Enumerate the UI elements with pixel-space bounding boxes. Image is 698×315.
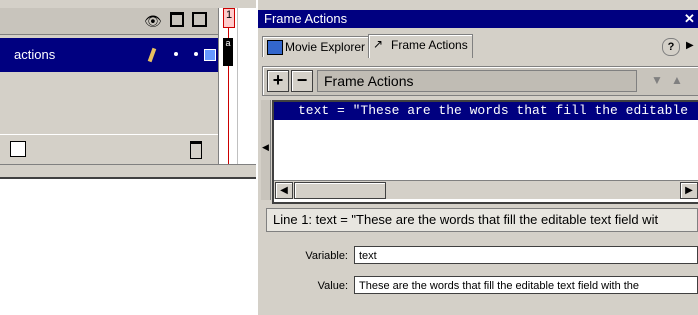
eye-icon[interactable]: 👁: [144, 13, 162, 30]
tab-label: Frame Actions: [391, 38, 468, 52]
move-up-icon[interactable]: ▲: [671, 73, 683, 87]
keyframe-action-marker: a: [225, 38, 231, 48]
panel-tabs: Movie Explorer ↗ Frame Actions ? ▶: [262, 34, 698, 60]
visibility-dot-icon[interactable]: [174, 52, 178, 56]
tab-movie-explorer[interactable]: Movie Explorer: [262, 36, 371, 57]
variable-field[interactable]: text: [354, 246, 698, 264]
value-field[interactable]: These are the words that fill the editab…: [354, 276, 698, 294]
outline-icon[interactable]: [192, 12, 207, 27]
tab-label: Movie Explorer: [285, 40, 366, 54]
move-down-icon[interactable]: ▼: [651, 73, 663, 87]
layer-color-swatch[interactable]: [204, 49, 216, 61]
lock-dot-icon[interactable]: [194, 52, 198, 56]
collapse-toolbox-arrow[interactable]: ◀: [261, 100, 271, 200]
value-label: Value:: [317, 280, 348, 292]
actions-script-editor[interactable]: text = "These are the words that fill th…: [272, 100, 698, 204]
timeline-scrollbar[interactable]: [0, 164, 262, 179]
arrow-icon: ↗: [373, 37, 384, 51]
panel-title: Frame Actions: [264, 11, 348, 26]
trash-icon[interactable]: [190, 141, 202, 159]
horizontal-scrollbar[interactable]: ◀ ▶: [274, 180, 698, 199]
playhead-frame-number: 1: [225, 9, 233, 21]
actions-toolbar: + − Frame Actions ▼ ▲: [262, 66, 698, 96]
actions-selector[interactable]: Frame Actions: [317, 70, 637, 92]
empty-layer-area: [0, 72, 218, 134]
pencil-icon[interactable]: [147, 47, 157, 63]
frame-divider: [237, 8, 238, 168]
close-icon[interactable]: ✕: [684, 11, 695, 27]
scroll-left-button[interactable]: ◀: [275, 182, 293, 199]
lock-icon[interactable]: [170, 12, 184, 27]
scroll-right-button[interactable]: ▶: [680, 182, 698, 199]
add-layer-icon[interactable]: [10, 141, 26, 157]
timeline-bottom-bar: [0, 134, 218, 165]
panel-menu-arrow-icon[interactable]: ▶: [686, 40, 694, 51]
variable-label: Variable:: [305, 250, 348, 262]
tab-frame-actions[interactable]: ↗ Frame Actions: [368, 34, 473, 58]
keyframe[interactable]: a: [223, 38, 233, 66]
collapse-arrow-icon: ◀: [262, 142, 269, 152]
add-statement-button[interactable]: +: [267, 70, 289, 92]
remove-statement-button[interactable]: −: [291, 70, 313, 92]
scroll-thumb[interactable]: [294, 182, 386, 199]
statement-status-line: Line 1: text = "These are the words that…: [266, 208, 698, 232]
panel-titlebar[interactable]: Frame Actions ✕: [258, 10, 698, 28]
movie-explorer-icon: [267, 40, 283, 55]
layer-row-actions[interactable]: actions: [0, 38, 218, 72]
help-icon[interactable]: ?: [662, 38, 680, 56]
layer-name: actions: [14, 47, 56, 62]
playhead-marker[interactable]: 1: [223, 8, 235, 28]
selected-code-line[interactable]: text = "These are the words that fill th…: [274, 102, 698, 120]
